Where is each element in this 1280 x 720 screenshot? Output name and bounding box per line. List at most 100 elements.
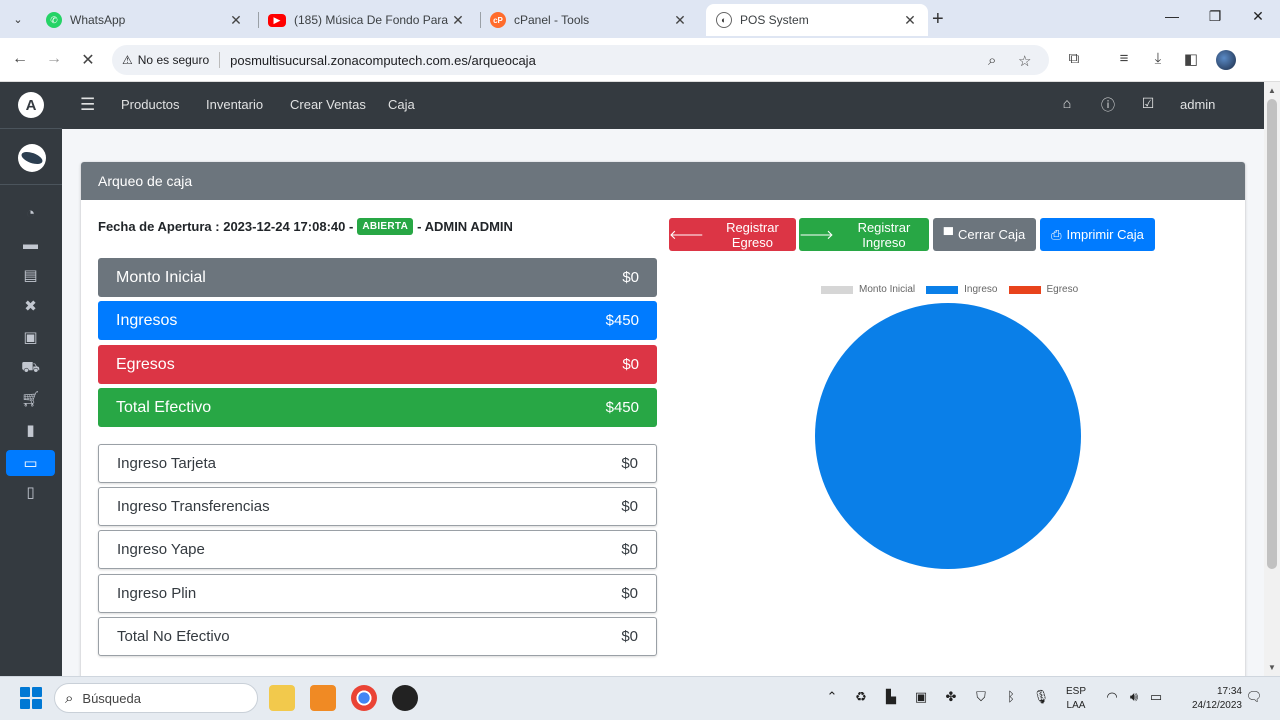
security-label: No es seguro	[137, 53, 210, 67]
row-label: Ingreso Plin	[117, 585, 197, 602]
tab-youtube[interactable]: ▶ (185) Música De Fondo Para Vi ✕	[258, 4, 476, 36]
zoom-icon[interactable]: ⌕	[988, 52, 996, 69]
register-income-button[interactable]: 🡒 Registrar Ingreso	[799, 218, 929, 251]
close-tab-icon[interactable]: ✕	[672, 12, 688, 29]
microphone-icon[interactable]: 🎙︎	[1031, 689, 1051, 705]
tray-overflow-icon[interactable]: ⌃	[822, 689, 842, 705]
tab-search-chevron-icon[interactable]: ⌄	[6, 8, 30, 30]
row-value: $0	[621, 498, 638, 515]
cpanel-icon: cP	[490, 12, 506, 28]
youtube-icon: ▶	[268, 13, 286, 27]
close-register-button[interactable]: ▀ Cerrar Caja	[933, 218, 1036, 251]
side-panel-icon[interactable]: ◧	[1180, 50, 1202, 68]
scroll-down-icon[interactable]: ▼	[1268, 663, 1276, 672]
nav-inventario[interactable]: Inventario	[206, 97, 263, 112]
tab-pos-system[interactable]: ◐ POS System ✕	[706, 4, 928, 36]
alert-icon[interactable]: ⓘ	[1099, 95, 1117, 115]
tray-app-icon[interactable]: ♻	[851, 689, 871, 705]
tray-app-icon[interactable]: ▙	[881, 689, 901, 705]
user-menu[interactable]: admin	[1180, 97, 1215, 112]
report-icon[interactable]: ▯	[6, 479, 55, 505]
register-expense-button[interactable]: 🡐 Registrar Egreso	[669, 218, 796, 251]
scroll-up-icon[interactable]: ▲	[1268, 86, 1276, 95]
id-card-icon[interactable]: ▤	[6, 262, 55, 288]
download-icon[interactable]: ⤓	[1147, 50, 1169, 67]
extensions-icon[interactable]: ⧉	[1063, 50, 1085, 67]
row-label: Egresos	[116, 355, 175, 373]
nav-crear-ventas[interactable]: Crear Ventas	[290, 97, 366, 112]
close-tab-icon[interactable]: ✕	[228, 12, 244, 29]
tab-title: WhatsApp	[70, 13, 126, 27]
language-indicator[interactable]: ESP LAA	[1066, 685, 1086, 713]
calendar-check-icon[interactable]: ☑	[1139, 95, 1157, 112]
bluetooth-icon[interactable]: ᛒ	[1001, 689, 1021, 704]
close-tab-icon[interactable]: ✕	[902, 12, 918, 29]
folder-icon[interactable]: ▬	[6, 231, 55, 257]
cash-count-card: Arqueo de caja Fecha de Apertura : 2023-…	[81, 162, 1245, 676]
home-icon[interactable]: ⌂	[1058, 95, 1076, 111]
scroll-thumb[interactable]	[1267, 99, 1277, 569]
taskbar-clock[interactable]: 17:34 24/12/2023	[1180, 685, 1242, 713]
menu-toggle-icon[interactable]: ☰	[80, 95, 95, 115]
tools-icon[interactable]: ✖	[6, 293, 55, 319]
recorder-icon[interactable]	[392, 685, 418, 711]
detail-row-ingreso-plin: Ingreso Plin $0	[98, 574, 657, 613]
row-label: Ingresos	[116, 311, 178, 329]
chrome-icon[interactable]	[351, 685, 377, 711]
stop-loading-icon[interactable]: ✕	[78, 50, 98, 70]
battery-icon[interactable]: ▭	[1146, 689, 1166, 705]
dashboard-icon[interactable]: ◔	[6, 200, 55, 226]
security-indicator[interactable]: ⚠ No es seguro	[122, 53, 209, 67]
cart-icon[interactable]: 🛒︎	[6, 386, 55, 412]
legend-swatch	[1008, 285, 1041, 294]
cash-register-icon[interactable]: ▭	[6, 450, 55, 476]
legend-item[interactable]: Ingreso	[926, 284, 998, 295]
nav-caja[interactable]: Caja	[388, 97, 415, 112]
minimize-icon[interactable]: —	[1162, 8, 1182, 24]
box-icon[interactable]: ▣	[6, 324, 55, 350]
file-explorer-icon[interactable]	[269, 685, 295, 711]
row-label: Total Efectivo	[116, 398, 212, 416]
legend-item[interactable]: Monto Inicial	[821, 284, 915, 295]
close-window-icon[interactable]: ✕	[1248, 8, 1268, 25]
main-content: Arqueo de caja Fecha de Apertura : 2023-…	[62, 129, 1264, 676]
bookmark-star-icon[interactable]: ☆	[1018, 52, 1031, 70]
row-label: Ingreso Tarjeta	[117, 455, 216, 472]
omnibox[interactable]: ⚠ No es seguro posmultisucursal.zonacomp…	[112, 45, 1049, 75]
brand-logo[interactable]: A	[18, 92, 44, 118]
summary-row-egresos: Egresos $0	[98, 345, 657, 384]
tray-app-icon[interactable]: ✤	[941, 689, 961, 705]
notifications-icon[interactable]: 🗨︎	[1244, 689, 1264, 705]
url-text[interactable]: posmultisucursal.zonacomputech.com.es/ar…	[230, 53, 536, 68]
nav-productos[interactable]: Productos	[121, 97, 180, 112]
opened-by: - ADMIN ADMIN	[417, 219, 513, 234]
book-icon[interactable]: ▮	[6, 417, 55, 443]
address-bar: ← → ✕ ⚠ No es seguro posmultisucursal.zo…	[0, 38, 1280, 82]
volume-icon[interactable]: 🔊︎	[1124, 689, 1144, 705]
close-tab-icon[interactable]: ✕	[450, 12, 466, 29]
truck-icon[interactable]: ⛟	[6, 355, 55, 381]
back-icon[interactable]: ←	[10, 50, 30, 68]
restore-icon[interactable]: ❐	[1205, 8, 1225, 25]
user-avatar[interactable]	[18, 144, 46, 172]
tab-cpanel[interactable]: cP cPanel - Tools ✕	[480, 4, 698, 36]
start-button-icon[interactable]	[20, 687, 42, 709]
xampp-icon[interactable]	[310, 685, 336, 711]
profile-avatar[interactable]	[1216, 50, 1236, 70]
tab-whatsapp[interactable]: ✆ WhatsApp ✕	[36, 4, 254, 36]
tray-security-icon[interactable]: ⛉	[971, 689, 991, 705]
sidebar-divider	[0, 128, 62, 129]
detail-row-ingreso-yape: Ingreso Yape $0	[98, 530, 657, 569]
language-code: ESP	[1066, 686, 1087, 697]
legend-item[interactable]: Egreso	[1008, 284, 1078, 295]
tray-app-icon[interactable]: ▣	[911, 689, 931, 705]
wifi-icon[interactable]: ◠	[1102, 689, 1122, 705]
page-scrollbar[interactable]: ▲ ▼	[1264, 82, 1280, 676]
new-tab-icon[interactable]: +	[932, 8, 944, 31]
taskbar-search[interactable]: ⌕ Búsqueda	[54, 683, 258, 713]
button-label: Registrar Ingreso	[857, 219, 911, 250]
print-register-button[interactable]: ⎙ Imprimir Caja	[1040, 218, 1155, 251]
media-queue-icon[interactable]: ≡	[1113, 50, 1135, 67]
forward-icon[interactable]: →	[44, 50, 64, 68]
pie-slice-ingreso[interactable]	[815, 303, 1081, 569]
